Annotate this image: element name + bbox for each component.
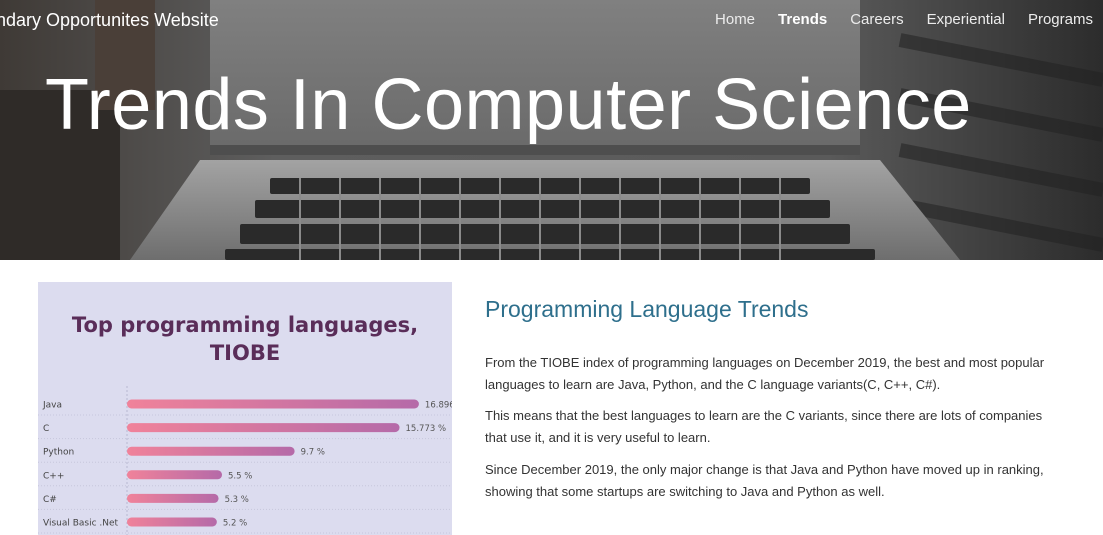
nav-experiential[interactable]: Experiential — [927, 11, 1005, 28]
nav-careers[interactable]: Careers — [850, 11, 903, 28]
chart-category-label: C — [43, 424, 49, 434]
chart-value-label: 15.773 % — [406, 424, 447, 434]
chart-value-label: 9.7 % — [301, 448, 325, 458]
chart-image: Top programming languages, TIOBE Java 16.… — [38, 282, 452, 535]
chart-value-label: 5.3 % — [225, 495, 249, 505]
chart-category-label: Java — [42, 401, 62, 411]
chart-title: Top programming languages, — [72, 313, 418, 337]
paragraph-2: This means that the best languages to le… — [485, 408, 1043, 445]
chart-value-label: 5.5 % — [228, 471, 252, 481]
site-title[interactable]: ndary Opportunites Website — [0, 10, 219, 31]
chart-bar — [127, 517, 217, 527]
chart-bar — [127, 446, 295, 456]
chart-category-label: C# — [43, 495, 57, 505]
chart-category-label: C++ — [43, 471, 64, 481]
paragraph-1: From the TIOBE index of programming lang… — [485, 355, 1045, 392]
nav-home[interactable]: Home — [715, 11, 755, 28]
chart-bar — [127, 470, 223, 480]
section-title: Programming Language Trends — [485, 296, 809, 322]
chart-value-label: 16.896 % — [425, 401, 452, 411]
chart-bar — [127, 423, 400, 433]
nav-trends[interactable]: Trends — [778, 11, 827, 28]
chart-subtitle: TIOBE — [210, 341, 280, 365]
main-nav: Home Trends Careers Experiential Program… — [715, 11, 1093, 28]
nav-programs[interactable]: Programs — [1028, 11, 1093, 28]
page-heading: Trends In Computer Science — [45, 65, 972, 145]
chart-bar — [127, 399, 419, 409]
chart-category-label: Python — [43, 448, 74, 458]
chart-category-label: Visual Basic .Net — [43, 519, 119, 529]
paragraph-3: Since December 2019, the only major chan… — [485, 462, 1044, 499]
chart-value-label: 5.2 % — [223, 519, 247, 529]
chart-bar — [127, 493, 219, 503]
hero-banner: ndary Opportunites Website Home Trends C… — [0, 0, 1103, 260]
tiobe-bar-chart: Top programming languages, TIOBE Java 16.… — [38, 313, 452, 535]
